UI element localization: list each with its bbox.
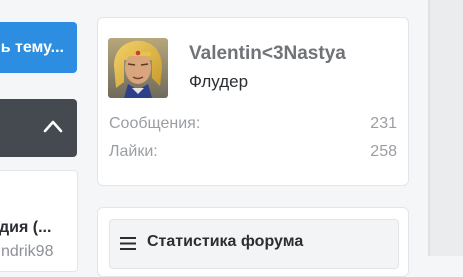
scrollbar-track[interactable] <box>430 0 463 256</box>
chevron-up-icon <box>43 120 63 133</box>
collapse-toggle-button[interactable] <box>0 99 77 157</box>
thread-author-text: ndrik98 <box>1 243 54 260</box>
messages-count: 231 <box>370 115 397 132</box>
create-thread-button[interactable]: ь тему... <box>0 22 77 73</box>
avatar[interactable] <box>108 38 168 98</box>
forum-stats-title: Статистика форума <box>147 233 304 250</box>
forum-stats-header[interactable]: Статистика форума <box>109 219 399 269</box>
messages-label: Сообщения: <box>109 115 201 132</box>
thread-title-link[interactable]: дия (... <box>0 219 51 237</box>
likes-label: Лайки: <box>109 143 158 160</box>
thread-list-card: дия (... ndrik98 <box>0 170 78 272</box>
create-thread-label: ь тему... <box>0 39 64 56</box>
avatar-image <box>108 38 168 98</box>
username-link[interactable]: Valentin<3Nastya <box>189 43 346 65</box>
forum-stats-card: Статистика форума <box>97 207 409 277</box>
likes-count: 258 <box>370 143 397 160</box>
profile-card: Valentin<3Nastya Флудер Сообщения: 231 Л… <box>97 17 409 186</box>
menu-icon <box>120 237 136 250</box>
user-title: Флудер <box>189 72 249 91</box>
